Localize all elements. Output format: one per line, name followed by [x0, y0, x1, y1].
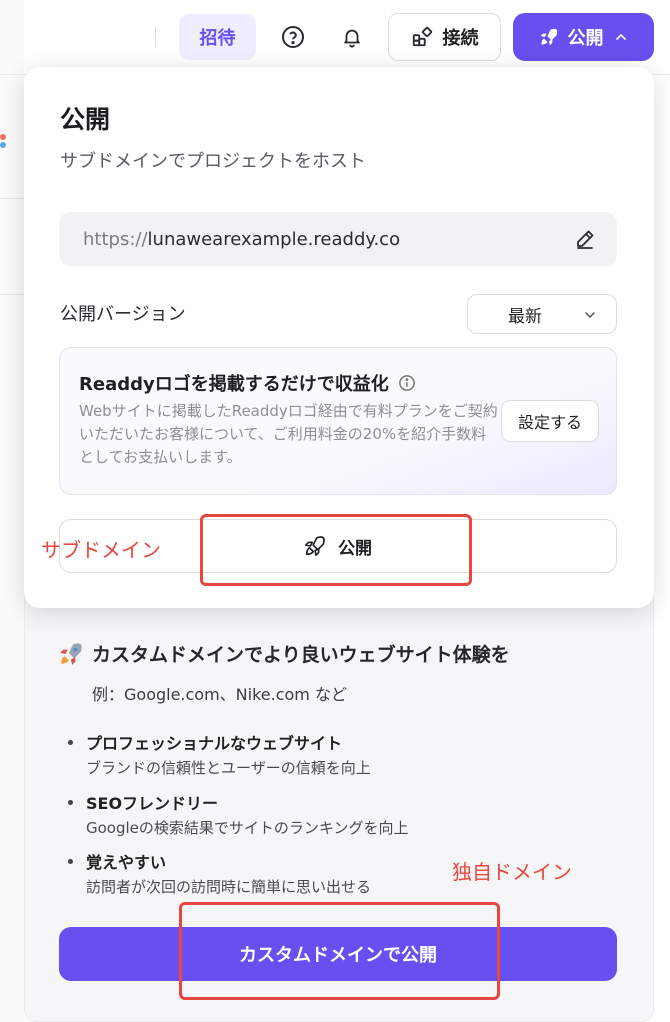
divider	[0, 198, 24, 199]
toolbar-divider	[155, 27, 156, 47]
publish-menu-button[interactable]: 公開	[513, 13, 654, 61]
bell-icon	[344, 29, 360, 48]
publish-version-select[interactable]: 最新	[467, 294, 617, 334]
integrations-icon	[412, 26, 432, 47]
rocket-emoji-icon	[60, 642, 82, 665]
subdomain-annotation-label: サブドメイン	[41, 538, 161, 562]
custom-domain-annotation-box	[179, 902, 500, 1000]
chevron-down-icon	[585, 312, 595, 318]
monetize-card: Readdyロゴを掲載するだけで収益化 Webサイトに掲載したReaddyロゴ経…	[59, 347, 617, 495]
url-domain: lunawearexample.readdy.co	[147, 228, 401, 250]
benefit-title: SEOフレンドリー	[68, 790, 408, 814]
subdomain-url-field[interactable]: https://lunawearexample.readdy.co	[59, 212, 617, 266]
connect-label: 接続	[442, 28, 479, 49]
monetize-description: Webサイトに掲載したReaddyロゴ経由で有料プランをご契約いただいたお客様に…	[79, 402, 498, 466]
monetize-settings-button[interactable]: 設定する	[501, 400, 599, 442]
rocket-icon	[540, 28, 557, 46]
subdomain-annotation-box	[200, 514, 472, 586]
info-icon[interactable]	[398, 374, 416, 392]
monetize-title-text: Readdyロゴを掲載するだけで収益化	[79, 374, 389, 395]
domain-example-text: 例：Google.com、Nike.com など	[92, 685, 347, 704]
notifications-button[interactable]	[334, 18, 370, 56]
benefit-description: ブランドの信頼性とユーザーの信頼を向上	[86, 759, 371, 777]
custom-domain-heading: カスタムドメインでより良いウェブサイト体験を	[58, 640, 510, 667]
app-logo-icon	[0, 134, 8, 148]
custom-domain-annotation-label: 独自ドメイン	[452, 860, 572, 884]
publish-label: 公開	[567, 28, 604, 49]
benefit-description: 訪問者が次回の訪問時に簡単に思い出せる	[86, 878, 372, 896]
divider	[0, 294, 24, 295]
custom-domain-title: カスタムドメインでより良いウェブサイト体験を	[92, 644, 510, 666]
help-button[interactable]	[275, 18, 311, 56]
popover-title: 公開	[60, 105, 111, 134]
monetize-title: Readdyロゴを掲載するだけで収益化	[79, 370, 416, 396]
benefit-title: 覚えやすい	[68, 849, 371, 873]
benefit-item: 覚えやすい 訪問者が次回の訪問時に簡単に思い出せる	[68, 849, 371, 897]
version-select-value: 最新	[508, 306, 542, 327]
connect-button[interactable]: 接続	[388, 13, 501, 61]
help-icon	[282, 26, 304, 48]
benefit-title: プロフェッショナルなウェブサイト	[68, 730, 371, 754]
invite-button[interactable]: 招待	[179, 14, 256, 60]
background-app-panel	[0, 0, 24, 1022]
publish-version-label: 公開バージョン	[60, 304, 186, 325]
benefit-description: Googleの検索結果でサイトのランキングを向上	[86, 819, 409, 837]
benefit-item: プロフェッショナルなウェブサイト ブランドの信頼性とユーザーの信頼を向上	[68, 730, 371, 778]
url-prefix: https://	[83, 228, 148, 250]
chevron-up-icon	[615, 34, 626, 40]
popover-subtitle: サブドメインでプロジェクトをホスト	[60, 151, 366, 172]
pencil-icon[interactable]	[573, 227, 597, 251]
benefit-item: SEOフレンドリー Googleの検索結果でサイトのランキングを向上	[68, 790, 408, 838]
